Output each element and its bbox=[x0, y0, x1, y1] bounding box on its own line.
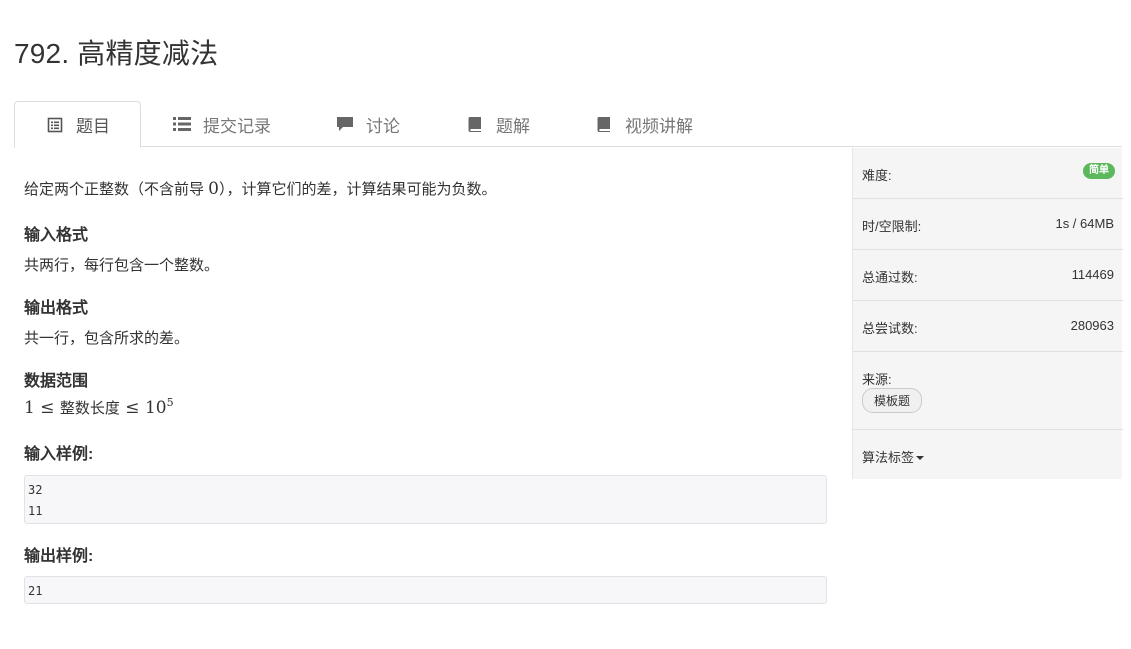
list-alt-icon bbox=[46, 116, 64, 134]
limit-value: 1s / 64MB bbox=[1055, 216, 1114, 231]
sample-output-heading: 输出样例: bbox=[24, 548, 94, 565]
problem-info-sidebar: 难度: 简单 时/空限制: 1s / 64MB 总通过数: 114469 总尝试… bbox=[852, 148, 1123, 479]
input-format-heading: 输入格式 bbox=[24, 227, 89, 244]
comment-icon bbox=[336, 115, 354, 133]
source-label: 来源: bbox=[862, 372, 892, 387]
passed-row: 总通过数: 114469 bbox=[853, 250, 1123, 301]
code-line: 32 bbox=[28, 483, 43, 497]
attempts-row: 总尝试数: 280963 bbox=[853, 301, 1123, 352]
tab-solutions[interactable]: 题解 bbox=[466, 101, 530, 147]
algo-tags-label: 算法标签 bbox=[862, 450, 915, 465]
book-icon bbox=[466, 115, 484, 133]
list-icon bbox=[173, 115, 191, 133]
data-range-heading: 数据范围 bbox=[24, 373, 89, 390]
algo-tags-row[interactable]: 算法标签 bbox=[853, 430, 1123, 479]
attempts-value: 280963 bbox=[1070, 318, 1114, 333]
passed-value: 114469 bbox=[1071, 267, 1114, 282]
sample-output-code[interactable]: 21 bbox=[24, 576, 827, 604]
math-range-end: ≤ 10 bbox=[119, 398, 167, 418]
algo-tags-toggle[interactable]: 算法标签 bbox=[862, 447, 925, 466]
page-title: 792. 高精度减法 bbox=[14, 38, 219, 69]
data-range-formula: 1 ≤ 整数长度 ≤ 105 bbox=[24, 396, 174, 418]
tab-problem[interactable]: 题目 bbox=[14, 101, 141, 148]
difficulty-badge: 简单 bbox=[1083, 163, 1115, 179]
tab-video[interactable]: 视频讲解 bbox=[595, 101, 693, 147]
problem-intro: 给定两个正整数（不含前导 0），计算它们的差，计算结果可能为负数。 bbox=[24, 178, 497, 199]
book-icon bbox=[595, 115, 613, 133]
source-tag[interactable]: 模板题 bbox=[862, 388, 923, 413]
attempts-label: 总尝试数: bbox=[862, 321, 918, 336]
difficulty-row: 难度: 简单 bbox=[853, 148, 1123, 199]
tab-label: 提交记录 bbox=[203, 116, 271, 136]
tab-discussion[interactable]: 讨论 bbox=[336, 101, 400, 147]
limit-row: 时/空限制: 1s / 64MB bbox=[853, 199, 1123, 250]
intro-text-end: ），计算它们的差，计算结果可能为负数。 bbox=[219, 181, 497, 198]
math-zero: 0 bbox=[208, 179, 219, 199]
problem-tabs: 题目 提交记录 讨论 题解 视频讲解 bbox=[14, 101, 1122, 148]
code-line: 21 bbox=[28, 584, 43, 598]
difficulty-label: 难度: bbox=[862, 168, 892, 183]
math-exponent: 5 bbox=[166, 396, 174, 409]
tab-label: 视频讲解 bbox=[625, 116, 693, 136]
input-format-text: 共两行，每行包含一个整数。 bbox=[24, 257, 220, 274]
limit-label: 时/空限制: bbox=[862, 219, 922, 234]
tab-label: 讨论 bbox=[366, 116, 400, 136]
code-line: 11 bbox=[28, 504, 43, 518]
source-row: 来源: 模板题 bbox=[853, 352, 1123, 430]
intro-text: 给定两个正整数（不含前导 bbox=[24, 181, 209, 198]
tab-label: 题目 bbox=[76, 117, 110, 136]
tab-label: 题解 bbox=[496, 116, 530, 136]
passed-label: 总通过数: bbox=[862, 270, 918, 285]
output-format-heading: 输出格式 bbox=[24, 300, 89, 317]
output-format-text: 共一行，包含所求的差。 bbox=[24, 330, 190, 347]
caret-down-icon bbox=[916, 456, 925, 460]
math-range-start: 1 ≤ bbox=[24, 398, 60, 418]
sample-input-heading: 输入样例: bbox=[24, 446, 94, 463]
range-text: 整数长度 bbox=[59, 400, 120, 417]
tab-submissions[interactable]: 提交记录 bbox=[173, 101, 271, 147]
sample-input-code[interactable]: 32 11 bbox=[24, 475, 827, 524]
